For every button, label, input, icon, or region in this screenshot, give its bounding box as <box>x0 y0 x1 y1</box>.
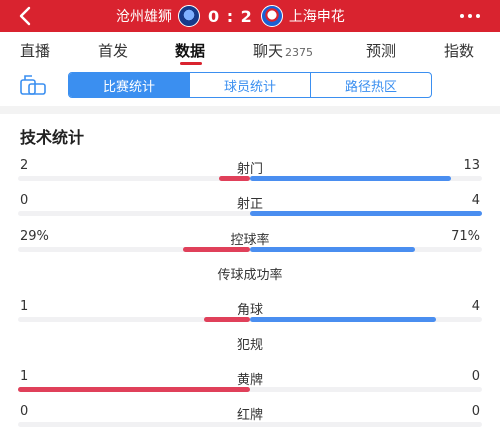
match-score: 0 : 2 <box>208 6 253 26</box>
stat-name: 犯规 <box>236 338 263 353</box>
segment-match-stats[interactable]: 比赛统计 <box>69 73 189 97</box>
share-layout-icon[interactable] <box>20 74 46 96</box>
away-value: 4 <box>471 193 480 208</box>
away-bar <box>250 317 436 322</box>
stat-track <box>18 317 482 322</box>
stat-name: 黄牌 <box>236 373 263 388</box>
more-options-icon[interactable] <box>460 14 480 18</box>
stats-segmented-control: 比赛统计 球员统计 路径热区 <box>68 72 432 98</box>
stat-track <box>18 176 482 181</box>
scoreline: 沧州雄狮 0 : 2 上海申花 <box>116 0 345 32</box>
away-value: 4 <box>471 299 480 314</box>
stat-name: 红牌 <box>236 408 263 423</box>
away-value: 13 <box>463 158 480 173</box>
home-bar <box>18 387 250 392</box>
tab-lineup[interactable]: 首发 <box>98 40 128 61</box>
stat-row-possession: 29% 控球率 71% <box>0 229 500 259</box>
away-team-badge-icon[interactable] <box>260 5 283 27</box>
chat-count: 2375 <box>285 46 314 59</box>
tab-label: 指数 <box>444 42 475 60</box>
away-team-name[interactable]: 上海申花 <box>289 6 345 26</box>
tab-label: 直播 <box>20 42 51 60</box>
tab-label: 预测 <box>366 42 397 60</box>
stat-name: 角球 <box>236 303 263 318</box>
stat-name: 射门 <box>236 162 263 177</box>
tab-odds[interactable]: 指数 <box>444 40 474 61</box>
home-bar <box>204 317 250 322</box>
tab-label: 首发 <box>98 42 129 60</box>
home-bar <box>183 247 250 252</box>
stat-name: 控球率 <box>230 233 270 248</box>
stat-name: 射正 <box>236 197 263 212</box>
more-dot <box>476 14 480 18</box>
stat-row-corners: 1 角球 4 <box>0 299 500 329</box>
away-bar <box>250 176 451 181</box>
segment-heat-zones[interactable]: 路径热区 <box>310 73 431 97</box>
stat-track <box>18 422 482 427</box>
tab-prediction[interactable]: 预测 <box>366 40 396 61</box>
away-value: 0 <box>471 404 480 419</box>
segment-player-stats[interactable]: 球员统计 <box>189 73 310 97</box>
stat-track <box>18 211 482 216</box>
stat-track <box>18 247 482 252</box>
stat-row-yellow-cards: 1 黄牌 0 <box>0 369 500 399</box>
active-tab-indicator <box>180 62 202 65</box>
stat-row-shots-on-target: 0 射正 4 <box>0 193 500 223</box>
away-value: 0 <box>471 369 480 384</box>
stat-row-pass-accuracy: 传球成功率 <box>0 264 500 294</box>
tab-live[interactable]: 直播 <box>20 40 50 61</box>
back-arrow-icon[interactable] <box>14 4 38 28</box>
tab-label: 聊天 <box>253 42 284 60</box>
stat-row-red-cards: 0 红牌 0 <box>0 404 500 434</box>
stat-name: 传球成功率 <box>217 268 283 283</box>
stat-row-shots: 2 射门 13 <box>0 158 500 188</box>
home-team-name[interactable]: 沧州雄狮 <box>116 6 172 26</box>
more-dot <box>468 14 472 18</box>
away-bar <box>250 211 482 216</box>
away-bar <box>250 247 415 252</box>
more-dot <box>460 14 464 18</box>
tab-label: 数据 <box>175 42 206 60</box>
home-team-badge-icon[interactable] <box>178 5 200 27</box>
stat-track <box>18 387 482 392</box>
tab-data[interactable]: 数据 <box>175 40 205 61</box>
section-divider <box>0 106 500 114</box>
match-tabs: 直播 首发 数据 聊天 2375 预测 指数 <box>0 32 500 66</box>
match-header-bar: 沧州雄狮 0 : 2 上海申花 <box>0 0 500 32</box>
stat-row-fouls: 犯规 <box>0 334 500 364</box>
section-title: 技术统计 <box>20 128 85 147</box>
home-bar <box>219 176 250 181</box>
tab-chat[interactable]: 聊天 2375 <box>253 40 313 61</box>
away-value: 71% <box>451 229 480 244</box>
